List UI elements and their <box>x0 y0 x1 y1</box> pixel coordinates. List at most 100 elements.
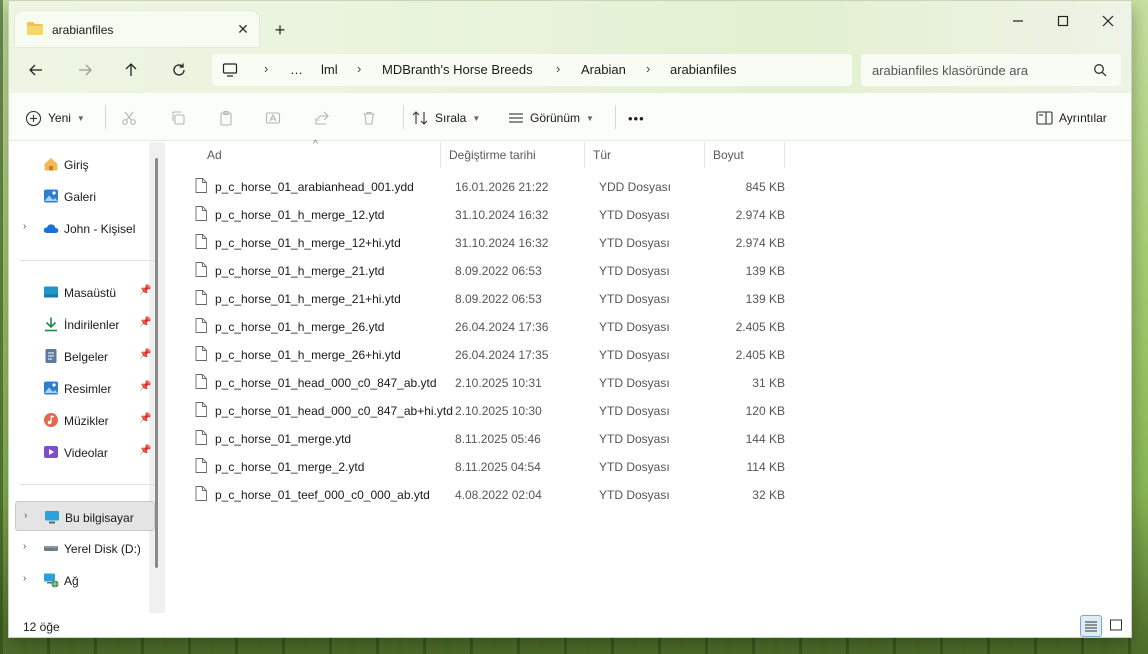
sort-button[interactable]: Sırala ▼ <box>412 107 480 129</box>
pin-icon[interactable]: 📌 <box>139 349 151 360</box>
sidebar-item-downloads[interactable]: İndirilenler 📌 <box>15 309 155 339</box>
cut-button[interactable] <box>121 107 137 129</box>
file-type: YTD Dosyası <box>599 460 670 474</box>
table-row[interactable]: p_c_horse_01_merge_2.ytd 8.11.2025 04:54 Y… <box>185 452 785 480</box>
breadcrumb-lml[interactable]: lml <box>321 62 338 77</box>
sidebar-item-music[interactable]: Müzikler 📌 <box>15 405 155 435</box>
table-row[interactable]: p_c_horse_01_head_000_c0_847_ab.ytd 2.10.… <box>185 368 785 396</box>
close-window-button[interactable] <box>1085 9 1131 33</box>
pin-icon[interactable]: 📌 <box>139 317 151 328</box>
column-header-label: Ad <box>207 148 222 162</box>
sidebar-item-pictures[interactable]: Resimler 📌 <box>15 373 155 403</box>
table-row[interactable]: p_c_horse_01_h_merge_26.ytd 26.04.2024 17… <box>185 312 785 340</box>
refresh-button[interactable] <box>165 57 193 83</box>
copy-button[interactable] <box>170 107 186 129</box>
file-list: ^ Ad Değiştirme tarihi Tür Boyut p_c_hor… <box>165 139 1131 613</box>
file-icon <box>195 318 207 333</box>
chevron-right-icon[interactable]: › <box>23 221 26 232</box>
address-bar[interactable]: › … lml › MDBranth's Horse Breeds › Arab… <box>212 54 852 86</box>
file-type: YTD Dosyası <box>599 404 670 418</box>
close-tab-icon[interactable]: ✕ <box>233 19 253 39</box>
rename-button[interactable] <box>265 107 281 129</box>
more-options-button[interactable]: ••• <box>628 107 645 129</box>
table-row[interactable]: p_c_horse_01_merge.ytd 8.11.2025 05:46 YTD… <box>185 424 785 452</box>
column-header-name[interactable]: Ad <box>195 142 440 168</box>
file-type: YTD Dosyası <box>599 376 670 390</box>
new-tab-button[interactable]: + <box>269 19 291 41</box>
folder-icon <box>27 22 43 35</box>
pin-icon[interactable]: 📌 <box>139 381 151 392</box>
sort-icon <box>412 111 428 125</box>
search-icon[interactable] <box>1093 63 1107 77</box>
table-row[interactable]: p_c_horse_01_h_merge_12+hi.ytd 31.10.2024… <box>185 228 785 256</box>
tiles-view-button[interactable] <box>1105 615 1127 637</box>
forward-button[interactable] <box>71 57 99 83</box>
sidebar-item-documents[interactable]: Belgeler 📌 <box>15 341 155 371</box>
table-row[interactable]: p_c_horse_01_h_merge_26+hi.ytd 26.04.2024… <box>185 340 785 368</box>
file-name: p_c_horse_01_teef_000_c0_000_ab.ytd <box>215 488 430 502</box>
column-header-size[interactable]: Boyut <box>705 142 784 168</box>
chevron-right-icon[interactable]: › <box>23 573 26 584</box>
pin-icon[interactable]: 📌 <box>139 285 151 296</box>
paste-button[interactable] <box>218 107 234 129</box>
minimize-icon <box>1013 20 1023 22</box>
file-name: p_c_horse_01_h_merge_12.ytd <box>215 208 385 222</box>
table-row[interactable]: p_c_horse_01_h_merge_21.ytd 8.09.2022 06:… <box>185 256 785 284</box>
maximize-icon <box>1057 15 1069 27</box>
breadcrumb-horse-breeds[interactable]: MDBranth's Horse Breeds <box>382 62 533 77</box>
chevron-down-icon: ▼ <box>472 113 481 123</box>
file-size: 2.405 KB <box>735 348 785 362</box>
sidebar-item-local-disk[interactable]: › Yerel Disk (D:) <box>15 533 155 563</box>
file-name: p_c_horse_01_arabianhead_001.ydd <box>215 180 414 194</box>
back-button[interactable] <box>22 57 50 83</box>
chevron-right-icon[interactable]: › <box>24 510 27 521</box>
sidebar-item-home[interactable]: Giriş <box>15 149 155 179</box>
breadcrumb-arabian[interactable]: Arabian <box>581 62 626 77</box>
sidebar-item-this-pc[interactable]: › Bu bilgisayar <box>15 501 155 531</box>
tab-arabianfiles[interactable]: arabianfiles ✕ <box>15 11 259 47</box>
sidebar-item-onedrive[interactable]: › John - Kişisel <box>15 213 155 243</box>
new-button[interactable]: Yeni ▼ <box>25 107 85 129</box>
table-row[interactable]: p_c_horse_01_h_merge_12.ytd 31.10.2024 16… <box>185 200 785 228</box>
download-icon <box>45 317 57 332</box>
documents-icon <box>45 349 57 363</box>
delete-button[interactable] <box>361 107 377 129</box>
minimize-button[interactable] <box>995 9 1041 33</box>
details-view-button[interactable] <box>1080 615 1102 637</box>
chevron-right-icon[interactable]: › <box>23 541 26 552</box>
table-row[interactable]: p_c_horse_01_h_merge_21+hi.ytd 8.09.2022 … <box>185 284 785 312</box>
file-date: 8.09.2022 06:53 <box>455 292 542 306</box>
computer-icon <box>222 63 238 77</box>
file-type: YTD Dosyası <box>599 320 670 334</box>
table-row[interactable]: p_c_horse_01_head_000_c0_847_ab+hi.ytd 2.… <box>185 396 785 424</box>
share-button[interactable] <box>314 107 330 129</box>
column-divider[interactable] <box>784 142 785 168</box>
sidebar-scrollbar[interactable] <box>155 158 158 568</box>
sidebar-item-videos[interactable]: Videolar 📌 <box>15 437 155 467</box>
up-button[interactable] <box>117 57 145 83</box>
chevron-right-icon: › <box>646 61 651 76</box>
breadcrumb-overflow[interactable]: … <box>290 62 303 77</box>
trash-icon <box>363 111 375 125</box>
file-type: YDD Dosyası <box>599 180 672 194</box>
file-size: 2.974 KB <box>735 236 785 250</box>
table-row[interactable]: p_c_horse_01_arabianhead_001.ydd 16.01.20… <box>185 172 785 200</box>
search-input[interactable]: arabianfiles klasöründe ara <box>872 63 1028 78</box>
sidebar-item-gallery[interactable]: Galeri <box>15 181 155 211</box>
column-header-label: Tür <box>593 148 611 162</box>
maximize-button[interactable] <box>1040 9 1086 33</box>
file-size: 139 KB <box>745 264 785 278</box>
column-header-type[interactable]: Tür <box>585 142 704 168</box>
sidebar-item-desktop[interactable]: Masaüstü 📌 <box>15 277 155 307</box>
table-row[interactable]: p_c_horse_01_teef_000_c0_000_ab.ytd 4.08.… <box>185 480 785 508</box>
column-header-date[interactable]: Değiştirme tarihi <box>441 142 584 168</box>
details-pane-button[interactable]: Ayrıntılar <box>1036 107 1107 129</box>
search-box[interactable]: arabianfiles klasöründe ara <box>861 54 1121 86</box>
file-type: YTD Dosyası <box>599 208 670 222</box>
toolbar-divider <box>105 105 106 129</box>
view-button[interactable]: Görünüm ▼ <box>508 107 594 129</box>
pin-icon[interactable]: 📌 <box>139 445 151 456</box>
sidebar-item-network[interactable]: › Ağ <box>15 565 155 595</box>
breadcrumb-arabianfiles[interactable]: arabianfiles <box>670 62 737 77</box>
pin-icon[interactable]: 📌 <box>139 413 151 424</box>
